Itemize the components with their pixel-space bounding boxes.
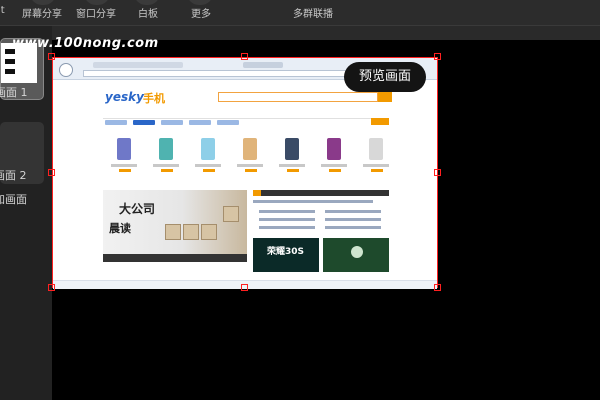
captured-website: yesky 手机 大公司 晨读 荣耀30S: [53, 80, 437, 289]
phone-caption: [195, 164, 221, 167]
news-list-line: [259, 226, 315, 229]
window-share-label: 窗口分享: [76, 9, 116, 20]
phone-image: [285, 138, 299, 160]
phone-image: [243, 138, 257, 160]
site-search-button: [378, 92, 392, 102]
scene-sidebar: 画面 1 画面 2 加画面: [0, 26, 52, 400]
phone-image: [201, 138, 215, 160]
browser-address-bar: [83, 70, 383, 77]
news-headline-tag: [253, 190, 261, 196]
phone-image: [117, 138, 131, 160]
whiteboard-label: 白板: [138, 9, 158, 20]
resize-handle-top[interactable]: [241, 53, 248, 60]
phone-price: [287, 169, 299, 172]
news-image-caption: [103, 254, 247, 262]
news-headline: [253, 190, 389, 196]
tile-honor-text: 荣耀30S: [267, 247, 305, 257]
resize-handle-bottom-left[interactable]: [48, 284, 55, 291]
phone-image: [159, 138, 173, 160]
screen-share-label: 屏幕分享: [22, 9, 62, 20]
phone-price: [371, 169, 383, 172]
phone-price: [203, 169, 215, 172]
browser-back-icon: [59, 63, 73, 77]
thumb-bar: [5, 59, 15, 64]
watermark-text: www.100nong.com: [12, 36, 159, 51]
site-search-box: [218, 92, 378, 102]
window-share-icon: [84, 0, 110, 5]
add-scene-button[interactable]: 加画面: [0, 191, 27, 207]
more-button[interactable]: 更多: [187, 0, 213, 20]
site-nav-divider: [103, 118, 388, 119]
browser-tab: [243, 62, 283, 68]
news-cube-graphic: [165, 224, 181, 240]
phone-caption: [363, 164, 389, 167]
phone-caption: [237, 164, 263, 167]
phone-caption: [321, 164, 347, 167]
site-orange-button: [371, 118, 389, 125]
news-list-line: [259, 210, 315, 213]
more-icon: [187, 0, 213, 5]
site-nav-item: [105, 120, 127, 125]
news-tile-apple: [323, 238, 389, 272]
whiteboard-button[interactable]: 白板: [134, 0, 160, 20]
apple-logo-icon: [351, 246, 363, 258]
news-cube-graphic: [223, 206, 239, 222]
resize-handle-bottom[interactable]: [241, 284, 248, 291]
multi-group-broadcast-label: 多群联播: [293, 9, 333, 20]
resize-handle-top-left[interactable]: [48, 53, 55, 60]
site-logo: yesky: [105, 90, 144, 104]
preview-scene-button[interactable]: 预览画面: [344, 62, 426, 92]
more-label: 更多: [191, 9, 211, 20]
scene-label-1: 画面 1: [0, 86, 28, 99]
phone-price: [329, 169, 341, 172]
scene-label-2: 画面 2: [0, 169, 27, 182]
window-share-button[interactable]: 窗口分享: [76, 0, 116, 20]
top-toolbar: it 屏幕分享 窗口分享 白板 更多 多群联播: [0, 0, 600, 26]
phone-caption: [111, 164, 137, 167]
news-list-line: [325, 226, 381, 229]
site-nav-item: [133, 120, 155, 125]
resize-handle-left[interactable]: [48, 169, 55, 176]
news-list-line: [259, 218, 315, 221]
resize-handle-right[interactable]: [434, 169, 441, 176]
phone-caption: [153, 164, 179, 167]
news-image-text: 晨读: [109, 222, 131, 235]
site-nav-item: [217, 120, 239, 125]
news-tile-honor: 荣耀30S: [253, 238, 319, 272]
thumb-bar: [5, 69, 15, 74]
phone-price: [245, 169, 257, 172]
news-cube-graphic: [201, 224, 217, 240]
screen-share-icon: [30, 0, 56, 5]
phone-price: [161, 169, 173, 172]
news-list-line: [325, 218, 381, 221]
site-nav-item: [189, 120, 211, 125]
news-list-line: [325, 210, 381, 213]
screen-share-button[interactable]: 屏幕分享: [22, 0, 62, 20]
news-summary-line: [253, 200, 373, 203]
news-cube-graphic: [183, 224, 199, 240]
multi-group-broadcast-button[interactable]: 多群联播: [293, 5, 333, 20]
resize-handle-top-right[interactable]: [434, 53, 441, 60]
site-nav-item: [161, 120, 183, 125]
toolbar-left-fragment: it: [0, 5, 5, 16]
whiteboard-icon: [134, 0, 160, 5]
browser-tab: [93, 62, 183, 68]
resize-handle-bottom-right[interactable]: [434, 284, 441, 291]
phone-image: [369, 138, 383, 160]
phone-price: [119, 169, 131, 172]
phone-image: [327, 138, 341, 160]
site-logo-cn: 手机: [143, 92, 165, 105]
phone-caption: [279, 164, 305, 167]
news-image-text: 大公司: [119, 202, 156, 216]
